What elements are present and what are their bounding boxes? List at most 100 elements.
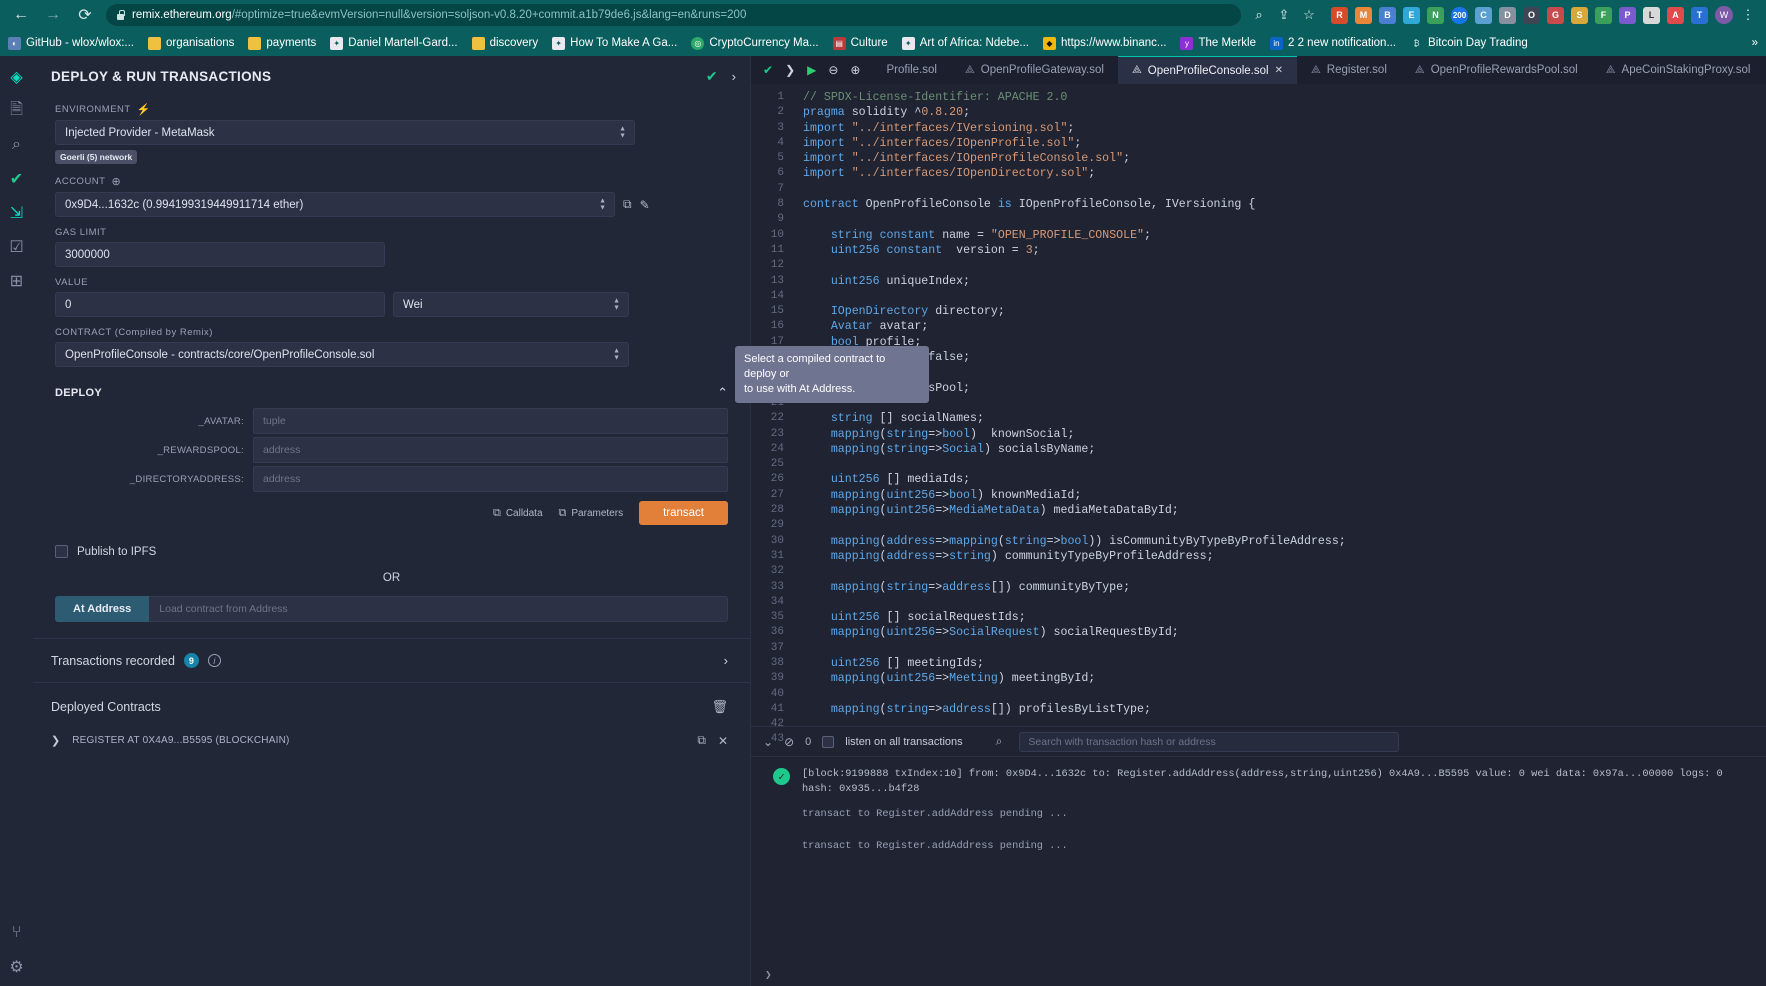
settings-gear-icon[interactable]: ⚙: [4, 952, 30, 982]
plugin-manager-icon[interactable]: ⊞: [4, 266, 30, 296]
tab-register-sol[interactable]: ⟁ Register.sol: [1297, 56, 1401, 84]
deploy-run-icon[interactable]: ⇲: [4, 198, 30, 228]
back-button[interactable]: ←: [10, 4, 32, 26]
deploy-title: DEPLOY: [55, 387, 103, 399]
bookmark-item[interactable]: ₿ Bitcoin Day Trading: [1410, 36, 1528, 50]
tab-openprofilegateway-sol[interactable]: ⟁ OpenProfileGateway.sol: [951, 56, 1118, 84]
edit-icon[interactable]: ✎: [640, 198, 650, 212]
copy-icon[interactable]: ⧉: [623, 197, 632, 212]
avatar-input[interactable]: tuple: [253, 408, 728, 434]
directoryaddress-input[interactable]: address: [253, 466, 728, 492]
transactions-recorded-row[interactable]: Transactions recorded 9 i ›: [33, 639, 750, 682]
add-account-icon[interactable]: ⊕: [111, 175, 121, 188]
extension-icon-5[interactable]: N: [1427, 6, 1444, 24]
bookmark-item[interactable]: ▤ Culture: [832, 36, 888, 50]
value-input[interactable]: 0: [55, 292, 385, 317]
rewardspool-input[interactable]: address: [253, 437, 728, 463]
terminal-search-input[interactable]: Search with transaction hash or address: [1019, 731, 1400, 752]
zoom-out-icon[interactable]: ⊖: [828, 63, 838, 77]
extension-icon-13[interactable]: L: [1643, 6, 1660, 24]
chevron-right-icon[interactable]: ›: [724, 653, 728, 668]
gas-limit-input[interactable]: 3000000: [55, 242, 385, 267]
extension-icon-4[interactable]: E: [1403, 6, 1420, 24]
code-editor[interactable]: Select a compiled contract to deploy or …: [735, 84, 1766, 745]
copy-icon[interactable]: ⧉: [697, 733, 706, 748]
extension-icon-7[interactable]: D: [1499, 6, 1516, 24]
check-icon[interactable]: ✔: [706, 68, 718, 85]
solidity-compiler-icon[interactable]: ✔: [4, 164, 30, 194]
parameters-button[interactable]: ⧉ Parameters: [559, 507, 624, 520]
address-bar[interactable]: remix.ethereum.org/#optimize=true&evmVer…: [106, 4, 1241, 26]
terminal-log-entry[interactable]: ✓ [block:9199888 txIndex:10] from: 0x9D4…: [773, 767, 1766, 797]
forward-button[interactable]: →: [42, 4, 64, 26]
value-unit-select[interactable]: Wei ▲ ▼: [393, 292, 629, 317]
share-icon[interactable]: ⇪: [1276, 7, 1292, 23]
close-icon[interactable]: ✕: [1275, 65, 1283, 76]
bookmark-item[interactable]: payments: [248, 36, 316, 50]
run-icon[interactable]: ▶: [807, 63, 816, 77]
extension-icon-14[interactable]: A: [1667, 6, 1684, 24]
close-icon[interactable]: ✕: [718, 734, 728, 748]
extension-icon-15[interactable]: T: [1691, 6, 1708, 24]
bookmark-item[interactable]: ✦ How To Make A Ga...: [552, 36, 677, 50]
extension-icon-8[interactable]: O: [1523, 6, 1540, 24]
trash-icon[interactable]: 🗑: [711, 699, 728, 715]
environment-select[interactable]: Injected Provider - MetaMask ▲ ▼: [55, 120, 635, 145]
code-content[interactable]: // SPDX-License-Identifier: APACHE 2.0 p…: [793, 84, 1766, 726]
contract-select[interactable]: OpenProfileConsole - contracts/core/Open…: [55, 342, 629, 367]
bookmark-item[interactable]: ✦ Daniel Martell-Gard...: [330, 36, 458, 50]
extension-badge-200[interactable]: 200: [1451, 6, 1468, 24]
calldata-button[interactable]: ⧉ Calldata: [493, 507, 543, 520]
terminal-prompt[interactable]: ❯: [751, 964, 1766, 986]
publish-ipfs-checkbox[interactable]: [55, 545, 68, 558]
bookmark-item[interactable]: ◐ GitHub - wlox/wlox:...: [8, 36, 134, 50]
tab-apecoinstakingproxy-sol[interactable]: ⟁ ApeCoinStakingProxy.sol: [1592, 56, 1765, 84]
chevron-up-icon[interactable]: ⌃: [717, 385, 728, 401]
tab-profile-sol[interactable]: Profile.sol: [872, 56, 951, 84]
remix-logo-icon[interactable]: ◈: [4, 62, 30, 92]
bookmark-item[interactable]: in 2 2 new notification...: [1270, 36, 1396, 50]
extension-icon-3[interactable]: B: [1379, 6, 1396, 24]
extension-icon-10[interactable]: S: [1571, 6, 1588, 24]
chevron-right-icon[interactable]: ›: [732, 69, 736, 84]
bookmark-item[interactable]: ◆ https://www.binanc...: [1043, 36, 1166, 50]
param-label: _REWARDSPOOL:: [157, 444, 244, 456]
check-icon[interactable]: ✔: [763, 63, 773, 77]
tab-openprofilerewardspool-sol[interactable]: ⟁ OpenProfileRewardsPool.sol: [1401, 56, 1592, 84]
deployed-contract-item[interactable]: ❯ REGISTER AT 0X4A9...B5595 (BLOCKCHAIN)…: [33, 723, 750, 758]
reload-button[interactable]: ⟳: [74, 4, 96, 26]
search-icon[interactable]: ⌕: [4, 130, 30, 160]
profile-avatar[interactable]: W: [1715, 6, 1733, 24]
bookmark-item[interactable]: organisations: [148, 36, 234, 50]
bookmark-item[interactable]: discovery: [471, 36, 538, 50]
bookmark-item[interactable]: ✦ Art of Africa: Ndebe...: [901, 36, 1029, 50]
search-icon[interactable]: ⌕: [1251, 7, 1267, 23]
browser-menu-icon[interactable]: ⋮: [1740, 7, 1756, 23]
star-icon[interactable]: ☆: [1301, 7, 1317, 23]
bookmark-item[interactable]: ◎ CryptoCurrency Ma...: [691, 36, 819, 50]
listen-all-transactions-checkbox[interactable]: [822, 735, 835, 748]
tab-openprofileconsole-sol[interactable]: ⟁ OpenProfileConsole.sol ✕: [1117, 56, 1297, 84]
extension-icon-6[interactable]: C: [1475, 6, 1492, 24]
extension-icon-9[interactable]: G: [1547, 6, 1564, 24]
tab-label: ApeCoinStakingProxy.sol: [1621, 64, 1751, 76]
bookmark-item[interactable]: y The Merkle: [1180, 36, 1256, 50]
linkedin-icon: in: [1270, 36, 1283, 50]
extension-icon-12[interactable]: P: [1619, 6, 1636, 24]
transact-button[interactable]: transact: [639, 501, 728, 525]
chevron-right-icon[interactable]: ❯: [51, 734, 60, 747]
file-explorer-icon[interactable]: 🗎: [4, 96, 30, 126]
info-icon[interactable]: i: [207, 654, 221, 667]
at-address-input[interactable]: Load contract from Address: [149, 596, 728, 622]
chevron-right-icon[interactable]: ❯: [785, 63, 795, 77]
at-address-button[interactable]: At Address: [55, 596, 150, 622]
terminal-log-text: [block:9199888 txIndex:10] from: 0x9D4..…: [802, 767, 1723, 797]
extension-icon-2[interactable]: M: [1355, 6, 1372, 24]
extension-icon-1[interactable]: R: [1331, 6, 1348, 24]
extension-icon-11[interactable]: F: [1595, 6, 1612, 24]
zoom-in-icon[interactable]: ⊕: [850, 63, 860, 77]
testing-icon[interactable]: ☑: [4, 232, 30, 262]
git-icon[interactable]: ⑂: [4, 918, 30, 948]
bookmarks-overflow-button[interactable]: »: [1752, 37, 1758, 49]
account-select[interactable]: 0x9D4...1632c (0.994199319449911714 ethe…: [55, 192, 615, 217]
